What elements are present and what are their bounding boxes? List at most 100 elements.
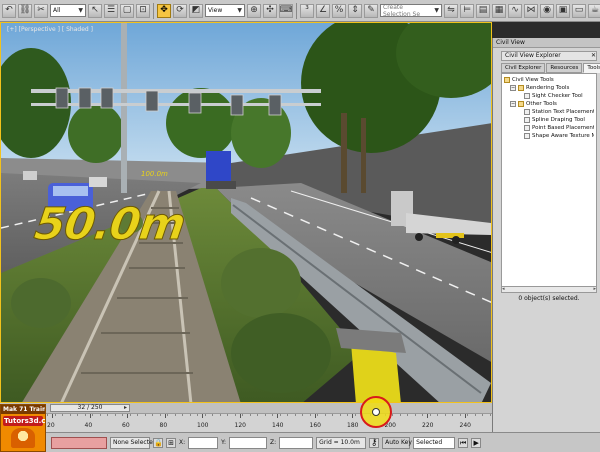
ruler-minor-tick bbox=[414, 414, 416, 416]
ruler-minor-tick bbox=[227, 414, 228, 416]
select-object-icon[interactable]: ↖ bbox=[88, 3, 102, 18]
ruler-tick-label: 100 bbox=[197, 422, 209, 429]
layer-manager-icon[interactable]: ▤ bbox=[476, 3, 490, 18]
ruler-tick bbox=[164, 414, 166, 418]
track-bar[interactable]: 20 40 60 80 100 120 140 160 180 200 220 240 bbox=[0, 413, 492, 432]
go-to-start-icon[interactable]: ⏮ bbox=[458, 437, 469, 448]
undo-icon[interactable]: ↶ bbox=[2, 3, 16, 18]
ruler-minor-tick bbox=[249, 414, 251, 416]
render-setup-icon[interactable]: ▣ bbox=[556, 3, 570, 18]
material-editor-icon[interactable]: ◉ bbox=[540, 3, 554, 18]
ruler-minor-tick bbox=[182, 414, 183, 416]
rectangle-selection-icon[interactable]: ▢ bbox=[120, 3, 134, 18]
render-frame-icon[interactable]: ▭ bbox=[572, 3, 586, 18]
ruler-tick bbox=[427, 414, 428, 418]
ruler-minor-tick bbox=[482, 414, 483, 416]
ruler-minor-tick bbox=[399, 414, 401, 416]
ruler-tick-label: 40 bbox=[84, 422, 93, 429]
keyboard-shortcut-icon[interactable]: ⌨ bbox=[279, 3, 293, 18]
link-icon[interactable]: ⛓ bbox=[18, 3, 32, 18]
mirror-icon[interactable]: ⇋ bbox=[444, 3, 458, 18]
percent-snap-icon[interactable]: % bbox=[332, 3, 346, 18]
ruler-tick-label: 180 bbox=[347, 422, 359, 429]
tree-item[interactable]: − Other Tools bbox=[504, 100, 594, 108]
y-coordinate-field[interactable] bbox=[229, 436, 268, 449]
rotate-icon[interactable]: ⟳ bbox=[173, 3, 187, 18]
ruler-minor-tick bbox=[332, 414, 333, 416]
ruler-minor-tick bbox=[347, 414, 348, 416]
expand-icon[interactable]: − bbox=[510, 85, 516, 91]
tab-civil-explorer[interactable]: Civil Explorer bbox=[501, 63, 546, 73]
select-by-name-icon[interactable]: ☰ bbox=[104, 3, 118, 18]
chevron-right-icon[interactable]: ▸ bbox=[593, 287, 596, 292]
perspective-viewport[interactable]: [+] [Perspective ] [ Shaded ] 100.0m 50.… bbox=[0, 22, 492, 403]
tree-horizontal-scrollbar[interactable]: ◂ ▸ bbox=[501, 287, 597, 293]
ruler-minor-tick bbox=[69, 414, 71, 416]
play-icon[interactable]: ▶ bbox=[471, 437, 482, 448]
edit-named-selection-icon[interactable]: ✎ bbox=[364, 3, 378, 18]
spinner-snap-icon[interactable]: ⇕ bbox=[348, 3, 362, 18]
schematic-view-icon[interactable]: ⋈ bbox=[524, 3, 538, 18]
ruler-tick-label: 20 bbox=[47, 422, 55, 429]
reference-coordinate-dropdown[interactable]: View ▼ bbox=[205, 4, 245, 17]
align-icon[interactable]: ⊨ bbox=[460, 3, 474, 18]
chevron-right-icon[interactable]: ▸ bbox=[124, 404, 127, 411]
tree-item[interactable]: Spline Draping Tool bbox=[504, 116, 594, 124]
time-slider-thumb[interactable]: 32 / 250 bbox=[50, 404, 130, 412]
tree-item[interactable]: Point Based Placement T bbox=[504, 124, 594, 132]
chevron-down-icon: ▼ bbox=[78, 7, 83, 14]
window-crossing-icon[interactable]: ⊡ bbox=[136, 3, 150, 18]
tree-item-label: Shape Aware Texture M bbox=[532, 133, 594, 139]
civil-view-explorer-label: Civil View Explorer bbox=[505, 52, 561, 59]
x-coordinate-field[interactable] bbox=[188, 436, 219, 449]
ruler-minor-tick bbox=[279, 414, 281, 416]
ruler-minor-tick bbox=[144, 414, 146, 416]
ruler-minor-tick bbox=[429, 414, 431, 416]
tree-item[interactable]: Shape Aware Texture M bbox=[504, 132, 594, 140]
graphite-tools-icon[interactable]: ▦ bbox=[492, 3, 506, 18]
tree-item[interactable]: Station Text Placement T bbox=[504, 108, 594, 116]
tab-resources[interactable]: Resources bbox=[546, 63, 583, 73]
select-manipulate-icon[interactable]: ✣ bbox=[263, 3, 277, 18]
ruler-minor-tick bbox=[354, 414, 356, 416]
z-coordinate-field[interactable] bbox=[279, 436, 314, 449]
ruler-minor-tick bbox=[234, 414, 236, 416]
playhead-knob[interactable] bbox=[372, 408, 380, 416]
viewport-label[interactable]: [+] [Perspective ] [ Shaded ] bbox=[7, 26, 93, 33]
key-icon[interactable]: ⚷ bbox=[369, 437, 380, 448]
tree-item[interactable]: Civil View Tools bbox=[504, 76, 594, 84]
tree-item[interactable]: Sight Checker Tool bbox=[504, 92, 594, 100]
move-icon[interactable]: ✥ bbox=[157, 3, 171, 18]
expand-icon[interactable]: − bbox=[510, 101, 516, 107]
angle-snap-icon[interactable]: ∠ bbox=[316, 3, 330, 18]
pivot-center-icon[interactable]: ⊕ bbox=[247, 3, 261, 18]
ruler-minor-tick bbox=[407, 414, 408, 416]
close-icon[interactable]: ✕ bbox=[591, 52, 596, 60]
render-teapot-icon[interactable]: ☕ bbox=[588, 3, 600, 18]
snap-toggle-icon[interactable]: ³ bbox=[300, 3, 314, 18]
ruler-tick bbox=[314, 414, 316, 418]
scale-icon[interactable]: ◩ bbox=[189, 3, 203, 18]
absolute-mode-icon[interactable]: ⊞ bbox=[166, 437, 176, 448]
ruler-tick-label: 80 bbox=[159, 422, 168, 429]
ruler-minor-tick bbox=[77, 414, 78, 416]
tree-item[interactable]: − Rendering Tools bbox=[504, 84, 594, 92]
frame-highlight-marker[interactable] bbox=[360, 396, 392, 428]
tab-tools[interactable]: Tools bbox=[583, 63, 600, 73]
time-slider-track[interactable]: ◂ 32 / 250 ▸ bbox=[0, 403, 492, 413]
selection-filter-value: All bbox=[53, 7, 61, 14]
named-selection-dropdown[interactable]: Create Selection Se ▼ bbox=[380, 4, 442, 18]
ruler-minor-tick bbox=[452, 414, 453, 416]
lock-icon[interactable]: 🔒 bbox=[153, 437, 163, 448]
grid-spacing: Grid = 10.0m bbox=[316, 436, 367, 449]
chevron-left-icon[interactable]: ◂ bbox=[502, 287, 505, 292]
maxscript-listener[interactable] bbox=[51, 436, 107, 449]
unlink-icon[interactable]: ✂ bbox=[34, 3, 48, 18]
curve-editor-icon[interactable]: ∿ bbox=[508, 3, 522, 18]
ruler-minor-tick bbox=[47, 414, 48, 416]
tool-icon bbox=[524, 133, 530, 139]
selection-filter-dropdown[interactable]: All ▼ bbox=[50, 4, 86, 17]
key-filter-dropdown[interactable]: Selected bbox=[413, 436, 456, 449]
civil-view-explorer-header[interactable]: Civil View Explorer ✕ bbox=[501, 51, 597, 61]
auto-key-button[interactable]: Auto Key bbox=[382, 436, 412, 449]
